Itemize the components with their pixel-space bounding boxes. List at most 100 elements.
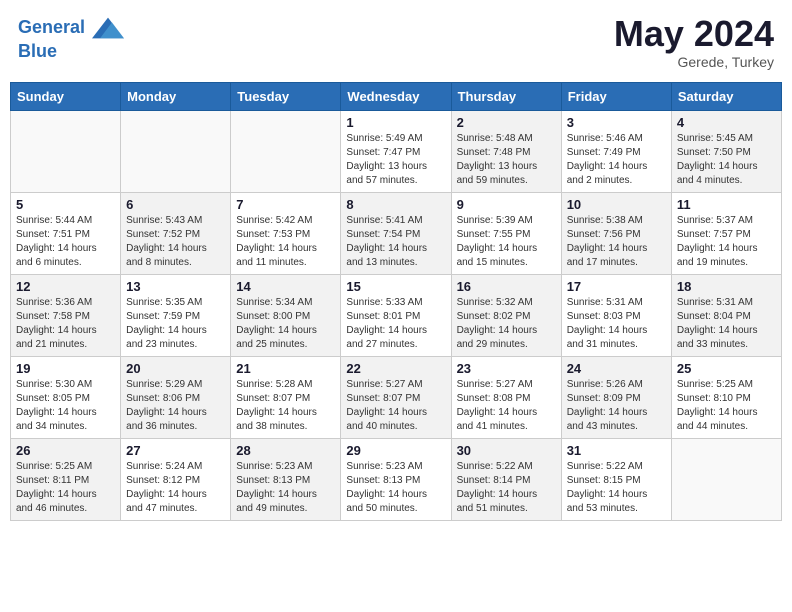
calendar-cell: 27Sunrise: 5:24 AMSunset: 8:12 PMDayligh… (121, 438, 231, 520)
day-info: Sunrise: 5:41 AMSunset: 7:54 PMDaylight:… (346, 214, 445, 270)
day-number: 12 (16, 279, 115, 294)
day-number: 2 (457, 115, 556, 130)
day-info: Sunrise: 5:33 AMSunset: 8:01 PMDaylight:… (346, 296, 445, 352)
day-info: Sunrise: 5:24 AMSunset: 8:12 PMDaylight:… (126, 460, 225, 516)
day-number: 21 (236, 361, 335, 376)
calendar-cell: 12Sunrise: 5:36 AMSunset: 7:58 PMDayligh… (11, 274, 121, 356)
day-number: 10 (567, 197, 666, 212)
day-info: Sunrise: 5:34 AMSunset: 8:00 PMDaylight:… (236, 296, 335, 352)
day-number: 4 (677, 115, 776, 130)
day-number: 5 (16, 197, 115, 212)
day-info: Sunrise: 5:25 AMSunset: 8:10 PMDaylight:… (677, 378, 776, 434)
calendar-cell: 3 Sunrise: 5:46 AMSunset: 7:49 PMDaylight… (561, 110, 671, 192)
calendar-cell: 31Sunrise: 5:22 AMSunset: 8:15 PMDayligh… (561, 438, 671, 520)
day-info: Sunrise: 5:27 AMSunset: 8:08 PMDaylight:… (457, 378, 556, 434)
logo: General Blue (18, 14, 124, 62)
logo-blue-text: Blue (18, 42, 124, 62)
day-number: 22 (346, 361, 445, 376)
calendar-cell: 7 Sunrise: 5:42 AMSunset: 7:53 PMDaylight… (231, 192, 341, 274)
day-number: 30 (457, 443, 556, 458)
calendar-cell: 2 Sunrise: 5:48 AMSunset: 7:48 PMDaylight… (451, 110, 561, 192)
calendar-cell: 30 Sunrise: 5:22 AMSunset: 8:14 PMDayligh… (451, 438, 561, 520)
weekday-header-saturday: Saturday (671, 82, 781, 110)
location-subtitle: Gerede, Turkey (614, 54, 774, 70)
day-number: 25 (677, 361, 776, 376)
day-info: Sunrise: 5:42 AMSunset: 7:53 PMDaylight:… (236, 214, 335, 270)
day-number: 7 (236, 197, 335, 212)
day-number: 6 (126, 197, 225, 212)
weekday-header-monday: Monday (121, 82, 231, 110)
calendar-cell: 11 Sunrise: 5:37 AMSunset: 7:57 PMDayligh… (671, 192, 781, 274)
day-number: 19 (16, 361, 115, 376)
calendar-cell: 13Sunrise: 5:35 AMSunset: 7:59 PMDayligh… (121, 274, 231, 356)
calendar-cell: 19 Sunrise: 5:30 AMSunset: 8:05 PMDayligh… (11, 356, 121, 438)
calendar-cell: 20 Sunrise: 5:29 AMSunset: 8:06 PMDayligh… (121, 356, 231, 438)
calendar-cell: 16Sunrise: 5:32 AMSunset: 8:02 PMDayligh… (451, 274, 561, 356)
week-row-2: 5Sunrise: 5:44 AMSunset: 7:51 PMDaylight… (11, 192, 782, 274)
day-info: Sunrise: 5:37 AMSunset: 7:57 PMDaylight:… (677, 214, 776, 270)
day-info: Sunrise: 5:48 AMSunset: 7:48 PMDaylight:… (457, 132, 556, 188)
calendar-cell: 21Sunrise: 5:28 AMSunset: 8:07 PMDayligh… (231, 356, 341, 438)
day-info: Sunrise: 5:46 AMSunset: 7:49 PMDaylight:… (567, 132, 666, 188)
calendar-cell: 5Sunrise: 5:44 AMSunset: 7:51 PMDaylight… (11, 192, 121, 274)
weekday-header-wednesday: Wednesday (341, 82, 451, 110)
day-info: Sunrise: 5:27 AMSunset: 8:07 PMDaylight:… (346, 378, 445, 434)
calendar-cell (121, 110, 231, 192)
day-info: Sunrise: 5:23 AMSunset: 8:13 PMDaylight:… (346, 460, 445, 516)
page-header: General Blue May 2024 Gerede, Turkey (10, 10, 782, 74)
calendar-cell: 6 Sunrise: 5:43 AMSunset: 7:52 PMDaylight… (121, 192, 231, 274)
week-row-5: 26 Sunrise: 5:25 AMSunset: 8:11 PMDayligh… (11, 438, 782, 520)
day-number: 20 (126, 361, 225, 376)
day-info: Sunrise: 5:38 AMSunset: 7:56 PMDaylight:… (567, 214, 666, 270)
day-info: Sunrise: 5:22 AMSunset: 8:14 PMDaylight:… (457, 460, 556, 516)
calendar-cell: 23 Sunrise: 5:27 AMSunset: 8:08 PMDayligh… (451, 356, 561, 438)
day-info: Sunrise: 5:45 AMSunset: 7:50 PMDaylight:… (677, 132, 776, 188)
calendar-cell: 22 Sunrise: 5:27 AMSunset: 8:07 PMDayligh… (341, 356, 451, 438)
calendar-cell: 14 Sunrise: 5:34 AMSunset: 8:00 PMDayligh… (231, 274, 341, 356)
week-row-4: 19 Sunrise: 5:30 AMSunset: 8:05 PMDayligh… (11, 356, 782, 438)
day-number: 17 (567, 279, 666, 294)
calendar-cell (671, 438, 781, 520)
day-number: 14 (236, 279, 335, 294)
day-info: Sunrise: 5:29 AMSunset: 8:06 PMDaylight:… (126, 378, 225, 434)
calendar-cell (11, 110, 121, 192)
calendar-cell: 24 Sunrise: 5:26 AMSunset: 8:09 PMDayligh… (561, 356, 671, 438)
calendar-cell: 18Sunrise: 5:31 AMSunset: 8:04 PMDayligh… (671, 274, 781, 356)
day-info: Sunrise: 5:49 AMSunset: 7:47 PMDaylight:… (346, 132, 445, 188)
logo-text: General (18, 14, 124, 42)
calendar-cell: 28Sunrise: 5:23 AMSunset: 8:13 PMDayligh… (231, 438, 341, 520)
calendar-cell: 1Sunrise: 5:49 AMSunset: 7:47 PMDaylight… (341, 110, 451, 192)
calendar-cell: 26 Sunrise: 5:25 AMSunset: 8:11 PMDayligh… (11, 438, 121, 520)
day-info: Sunrise: 5:22 AMSunset: 8:15 PMDaylight:… (567, 460, 666, 516)
calendar-cell: 29 Sunrise: 5:23 AMSunset: 8:13 PMDayligh… (341, 438, 451, 520)
calendar-cell: 17 Sunrise: 5:31 AMSunset: 8:03 PMDayligh… (561, 274, 671, 356)
weekday-header-friday: Friday (561, 82, 671, 110)
day-number: 11 (677, 197, 776, 212)
day-number: 26 (16, 443, 115, 458)
weekday-header-tuesday: Tuesday (231, 82, 341, 110)
day-info: Sunrise: 5:25 AMSunset: 8:11 PMDaylight:… (16, 460, 115, 516)
day-number: 9 (457, 197, 556, 212)
day-info: Sunrise: 5:31 AMSunset: 8:03 PMDaylight:… (567, 296, 666, 352)
day-number: 18 (677, 279, 776, 294)
calendar-cell (231, 110, 341, 192)
weekday-header-thursday: Thursday (451, 82, 561, 110)
day-info: Sunrise: 5:26 AMSunset: 8:09 PMDaylight:… (567, 378, 666, 434)
calendar-cell: 25 Sunrise: 5:25 AMSunset: 8:10 PMDayligh… (671, 356, 781, 438)
week-row-3: 12Sunrise: 5:36 AMSunset: 7:58 PMDayligh… (11, 274, 782, 356)
day-number: 29 (346, 443, 445, 458)
day-number: 23 (457, 361, 556, 376)
day-info: Sunrise: 5:43 AMSunset: 7:52 PMDaylight:… (126, 214, 225, 270)
day-info: Sunrise: 5:39 AMSunset: 7:55 PMDaylight:… (457, 214, 556, 270)
day-info: Sunrise: 5:30 AMSunset: 8:05 PMDaylight:… (16, 378, 115, 434)
calendar-cell: 10 Sunrise: 5:38 AMSunset: 7:56 PMDayligh… (561, 192, 671, 274)
day-number: 3 (567, 115, 666, 130)
calendar-cell: 9 Sunrise: 5:39 AMSunset: 7:55 PMDaylight… (451, 192, 561, 274)
day-info: Sunrise: 5:23 AMSunset: 8:13 PMDaylight:… (236, 460, 335, 516)
day-number: 16 (457, 279, 556, 294)
calendar-cell: 8Sunrise: 5:41 AMSunset: 7:54 PMDaylight… (341, 192, 451, 274)
day-info: Sunrise: 5:35 AMSunset: 7:59 PMDaylight:… (126, 296, 225, 352)
day-number: 24 (567, 361, 666, 376)
calendar-cell: 4 Sunrise: 5:45 AMSunset: 7:50 PMDaylight… (671, 110, 781, 192)
month-title: May 2024 (614, 14, 774, 54)
